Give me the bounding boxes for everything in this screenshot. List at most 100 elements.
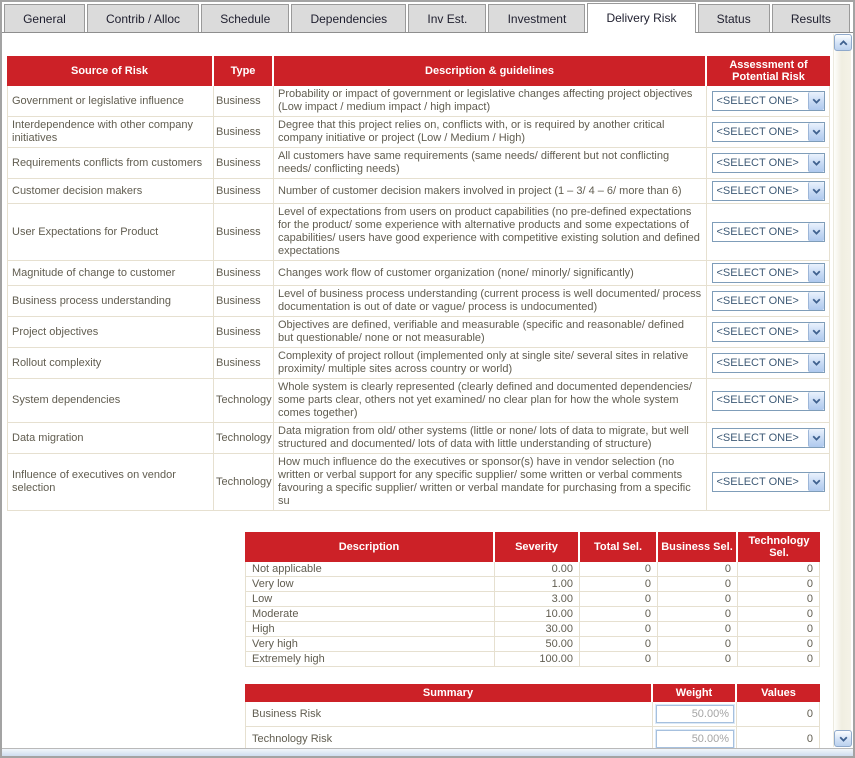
- risk-table-row: Business process understandingBusinessLe…: [7, 286, 830, 317]
- assessment-select[interactable]: <SELECT ONE>: [712, 153, 825, 173]
- assessment-select-value: <SELECT ONE>: [713, 95, 808, 108]
- risk-source-cell: Requirements conflicts from customers: [7, 148, 214, 179]
- risk-type-cell: Business: [214, 286, 274, 317]
- severity-technology-cell: 0: [738, 592, 820, 607]
- assessment-select[interactable]: <SELECT ONE>: [712, 122, 825, 142]
- chevron-down-icon: [808, 154, 824, 172]
- chevron-down-icon: [808, 354, 824, 372]
- assessment-select-value: <SELECT ONE>: [713, 295, 808, 308]
- risk-table-row: Requirements conflicts from customersBus…: [7, 148, 830, 179]
- column-header-description: Description: [245, 532, 495, 562]
- chevron-up-icon: [839, 40, 848, 46]
- risk-table-header-row: Source of RiskTypeDescription & guidelin…: [7, 56, 830, 86]
- chevron-down-icon: [808, 92, 824, 110]
- tab-inv-est[interactable]: Inv Est.: [408, 4, 486, 32]
- risk-type-cell: Business: [214, 204, 274, 261]
- risk-source-cell: Magnitude of change to customer: [7, 261, 214, 286]
- severity-severity-cell: 100.00: [495, 652, 580, 667]
- risk-source-cell: Project objectives: [7, 317, 214, 348]
- column-header-technology-sel: Technology Sel.: [738, 532, 820, 562]
- column-header-description-guidelines: Description & guidelines: [274, 56, 707, 86]
- risk-description-cell: Probability or impact of government or l…: [274, 86, 707, 117]
- summary-row: Business Risk0: [245, 702, 820, 727]
- severity-severity-cell: 30.00: [495, 622, 580, 637]
- column-header-business-sel: Business Sel.: [658, 532, 738, 562]
- chevron-down-icon: [808, 392, 824, 410]
- column-header-summary: Summary: [245, 684, 653, 702]
- tab-investment[interactable]: Investment: [488, 4, 585, 32]
- tab-schedule[interactable]: Schedule: [201, 4, 289, 32]
- assessment-select[interactable]: <SELECT ONE>: [712, 291, 825, 311]
- chevron-down-icon: [808, 264, 824, 282]
- assessment-select[interactable]: <SELECT ONE>: [712, 472, 825, 492]
- assessment-select-value: <SELECT ONE>: [713, 226, 808, 239]
- assessment-select[interactable]: <SELECT ONE>: [712, 428, 825, 448]
- risk-description-cell: Whole system is clearly represented (cle…: [274, 379, 707, 423]
- risk-type-cell: Business: [214, 348, 274, 379]
- severity-row: Not applicable0.00000: [245, 562, 820, 577]
- risk-assessment-cell: <SELECT ONE>: [707, 317, 830, 348]
- scroll-down-button[interactable]: [834, 730, 852, 747]
- scroll-up-button[interactable]: [834, 34, 852, 51]
- column-header-type: Type: [214, 56, 274, 86]
- weight-input[interactable]: [656, 705, 734, 723]
- severity-total-cell: 0: [580, 652, 658, 667]
- summary-weight-cell: [653, 702, 737, 727]
- assessment-select[interactable]: <SELECT ONE>: [712, 91, 825, 111]
- risk-type-cell: Business: [214, 86, 274, 117]
- severity-severity-cell: 50.00: [495, 637, 580, 652]
- tab-results[interactable]: Results: [772, 4, 850, 32]
- severity-description-cell: High: [245, 622, 495, 637]
- weight-input[interactable]: [656, 730, 734, 748]
- assessment-select[interactable]: <SELECT ONE>: [712, 322, 825, 342]
- severity-total-cell: 0: [580, 637, 658, 652]
- risk-source-cell: Data migration: [7, 423, 214, 454]
- severity-business-cell: 0: [658, 562, 738, 577]
- severity-description-cell: Not applicable: [245, 562, 495, 577]
- scrollbar[interactable]: [833, 34, 851, 747]
- risk-type-cell: Technology: [214, 454, 274, 511]
- risk-assessment-cell: <SELECT ONE>: [707, 286, 830, 317]
- assessment-select-value: <SELECT ONE>: [713, 357, 808, 370]
- risk-type-cell: Business: [214, 179, 274, 204]
- severity-description-cell: Very high: [245, 637, 495, 652]
- risk-type-cell: Business: [214, 317, 274, 348]
- severity-total-cell: 0: [580, 562, 658, 577]
- severity-description-cell: Very low: [245, 577, 495, 592]
- summary-table: SummaryWeightValues Business Risk0Techno…: [245, 684, 820, 758]
- assessment-select[interactable]: <SELECT ONE>: [712, 391, 825, 411]
- severity-technology-cell: 0: [738, 562, 820, 577]
- risk-assessment-cell: <SELECT ONE>: [707, 179, 830, 204]
- chevron-down-icon: [808, 429, 824, 447]
- assessment-select-value: <SELECT ONE>: [713, 476, 808, 489]
- severity-table-header-row: DescriptionSeverityTotal Sel.Business Se…: [245, 532, 820, 562]
- summary-value: 0: [807, 733, 813, 745]
- tab-general[interactable]: General: [4, 4, 85, 32]
- risk-source-cell: System dependencies: [7, 379, 214, 423]
- tab-status[interactable]: Status: [698, 4, 770, 32]
- assessment-select[interactable]: <SELECT ONE>: [712, 181, 825, 201]
- tab-dependencies[interactable]: Dependencies: [291, 4, 406, 32]
- risk-description-cell: Level of expectations from users on prod…: [274, 204, 707, 261]
- severity-business-cell: 0: [658, 622, 738, 637]
- assessment-select[interactable]: <SELECT ONE>: [712, 353, 825, 373]
- summary-label-cell: Business Risk: [245, 702, 653, 727]
- column-header-values: Values: [737, 684, 820, 702]
- risk-assessment-cell: <SELECT ONE>: [707, 423, 830, 454]
- assessment-select[interactable]: <SELECT ONE>: [712, 263, 825, 283]
- risk-description-cell: Level of business process understanding …: [274, 286, 707, 317]
- delivery-risk-panel: Source of RiskTypeDescription & guidelin…: [2, 33, 832, 748]
- risk-assessment-cell: <SELECT ONE>: [707, 379, 830, 423]
- severity-severity-cell: 0.00: [495, 562, 580, 577]
- risk-assessment-cell: <SELECT ONE>: [707, 261, 830, 286]
- risk-assessment-cell: <SELECT ONE>: [707, 204, 830, 261]
- risk-source-cell: Rollout complexity: [7, 348, 214, 379]
- summary-table-header-row: SummaryWeightValues: [245, 684, 820, 702]
- tab-delivery-risk[interactable]: Delivery Risk: [587, 3, 695, 33]
- risk-source-cell: User Expectations for Product: [7, 204, 214, 261]
- severity-row: Very high50.00000: [245, 637, 820, 652]
- risk-type-cell: Business: [214, 148, 274, 179]
- tab-contrib-alloc[interactable]: Contrib / Alloc: [87, 4, 199, 32]
- severity-row: Moderate10.00000: [245, 607, 820, 622]
- assessment-select[interactable]: <SELECT ONE>: [712, 222, 825, 242]
